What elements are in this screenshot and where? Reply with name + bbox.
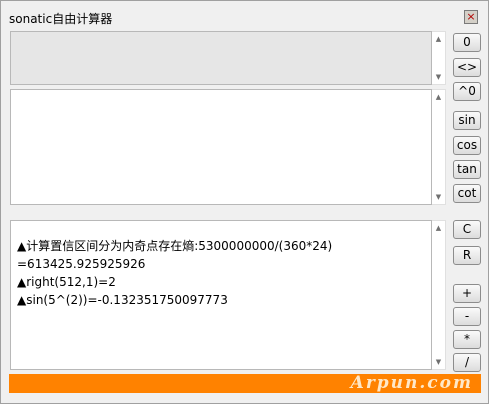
scroll-down-icon[interactable]: ▼	[432, 73, 445, 81]
close-icon: ×	[466, 10, 476, 23]
divide-button[interactable]: /	[453, 353, 481, 372]
tan-button[interactable]: tan	[453, 160, 481, 179]
result-line: ▲sin(5^(2))=-0.132351750097773	[17, 293, 228, 307]
result-output-scrollbar[interactable]: ▲ ▼	[432, 220, 446, 370]
swap-button[interactable]: <>	[453, 58, 481, 77]
scroll-up-icon[interactable]: ▲	[432, 224, 445, 232]
result-line: ▲right(512,1)=2	[17, 275, 116, 289]
scroll-up-icon[interactable]: ▲	[432, 35, 445, 43]
run-button[interactable]: R	[453, 246, 481, 265]
sin-button[interactable]: sin	[453, 111, 481, 130]
window-title: sonatic自由计算器	[9, 12, 113, 26]
result-output[interactable]: ▲计算置信区间分为内奇点存在熵:5300000000/(360*24) =613…	[10, 220, 432, 370]
minus-button[interactable]: -	[453, 307, 481, 326]
expression-display-scrollbar[interactable]: ▲ ▼	[432, 31, 446, 85]
scroll-down-icon[interactable]: ▼	[432, 358, 445, 366]
calculator-window: sonatic自由计算器 × ▲ ▼ ▲ ▼ ▲计算置信区间分为内奇点存在熵:5…	[0, 0, 489, 404]
formula-input-scrollbar[interactable]: ▲ ▼	[432, 89, 446, 205]
power-zero-button[interactable]: ^0	[453, 82, 481, 101]
close-button[interactable]: ×	[464, 10, 478, 24]
site-watermark: Arpun.com	[350, 373, 473, 393]
cot-button[interactable]: cot	[453, 184, 481, 203]
title-bar: sonatic自由计算器 ×	[1, 1, 488, 31]
result-lines: ▲计算置信区间分为内奇点存在熵:5300000000/(360*24) =613…	[17, 237, 332, 309]
result-line: ▲计算置信区间分为内奇点存在熵:5300000000/(360*24)	[17, 239, 333, 253]
plus-button[interactable]: +	[453, 284, 481, 303]
cos-button[interactable]: cos	[453, 136, 481, 155]
result-line: =613425.925925926	[17, 257, 146, 271]
formula-input[interactable]	[10, 89, 432, 205]
zero-button[interactable]: 0	[453, 33, 481, 52]
clear-button[interactable]: C	[453, 220, 481, 239]
scroll-up-icon[interactable]: ▲	[432, 93, 445, 101]
status-bar: Arpun.com	[9, 374, 481, 393]
expression-display[interactable]	[10, 31, 432, 85]
multiply-button[interactable]: *	[453, 330, 481, 349]
scroll-down-icon[interactable]: ▼	[432, 193, 445, 201]
